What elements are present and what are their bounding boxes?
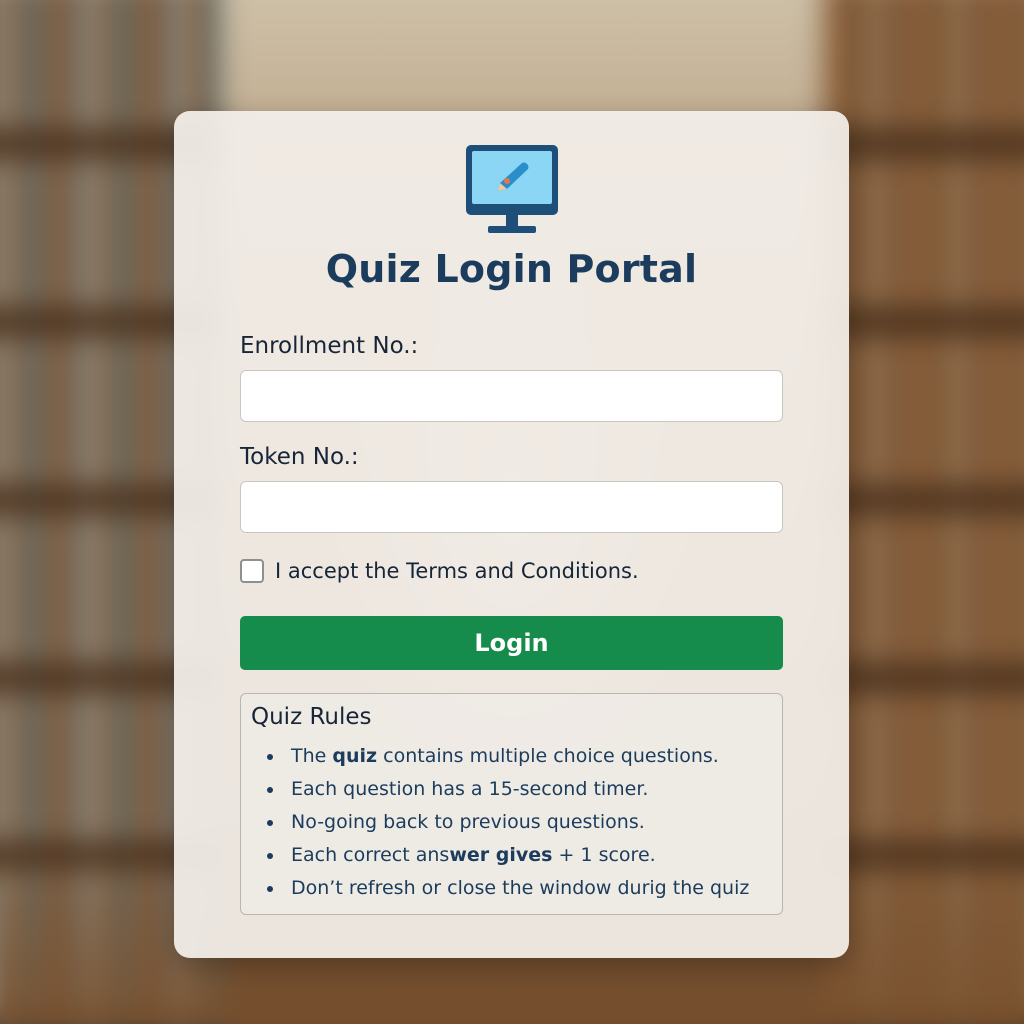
terms-label[interactable]: I accept the Terms and Conditions.	[275, 559, 639, 583]
rule-text: Don’t refresh or close the window durig …	[291, 877, 750, 899]
login-button[interactable]: Login	[240, 616, 783, 670]
rule-text: Each question has a 15-second timer.	[291, 778, 649, 800]
rule-item: Each correct answer gives + 1 score.	[251, 839, 772, 872]
rule-text: Each correct ans	[291, 844, 450, 866]
bullet-icon	[267, 886, 273, 892]
rule-item: No-going back to previous questions.	[251, 806, 772, 839]
bullet-icon	[267, 853, 273, 859]
rule-text: + 1 score.	[552, 844, 656, 866]
rule-text-bold: quiz	[332, 745, 378, 767]
quiz-rules-box: Quiz Rules The quiz contains multiple ch…	[240, 693, 783, 915]
terms-row: I accept the Terms and Conditions.	[240, 559, 783, 583]
rule-text: No-going back to previous questions.	[291, 811, 645, 833]
login-card: Quiz Login Portal Enrollment No.: Token …	[174, 111, 849, 958]
rule-item: Each question has a 15-second timer.	[251, 773, 772, 806]
bullet-icon	[267, 787, 273, 793]
rule-item: The quiz contains multiple choice questi…	[251, 740, 772, 773]
enrollment-label: Enrollment No.:	[240, 333, 419, 359]
computer-monitor-pencil-icon	[465, 145, 558, 233]
rule-text: contains multiple choice questions.	[377, 745, 719, 767]
bullet-icon	[267, 820, 273, 826]
rules-list: The quiz contains multiple choice questi…	[251, 740, 772, 905]
terms-checkbox[interactable]	[240, 559, 264, 583]
enrollment-input[interactable]	[240, 370, 783, 422]
rule-item: Don’t refresh or close the window durig …	[251, 872, 772, 905]
page-title: Quiz Login Portal	[325, 247, 698, 291]
rule-text: The	[291, 745, 333, 767]
rules-title: Quiz Rules	[251, 704, 372, 730]
rule-text-bold: wer gives	[449, 844, 553, 866]
bullet-icon	[267, 754, 273, 760]
token-label: Token No.:	[240, 444, 359, 470]
token-input[interactable]	[240, 481, 783, 533]
